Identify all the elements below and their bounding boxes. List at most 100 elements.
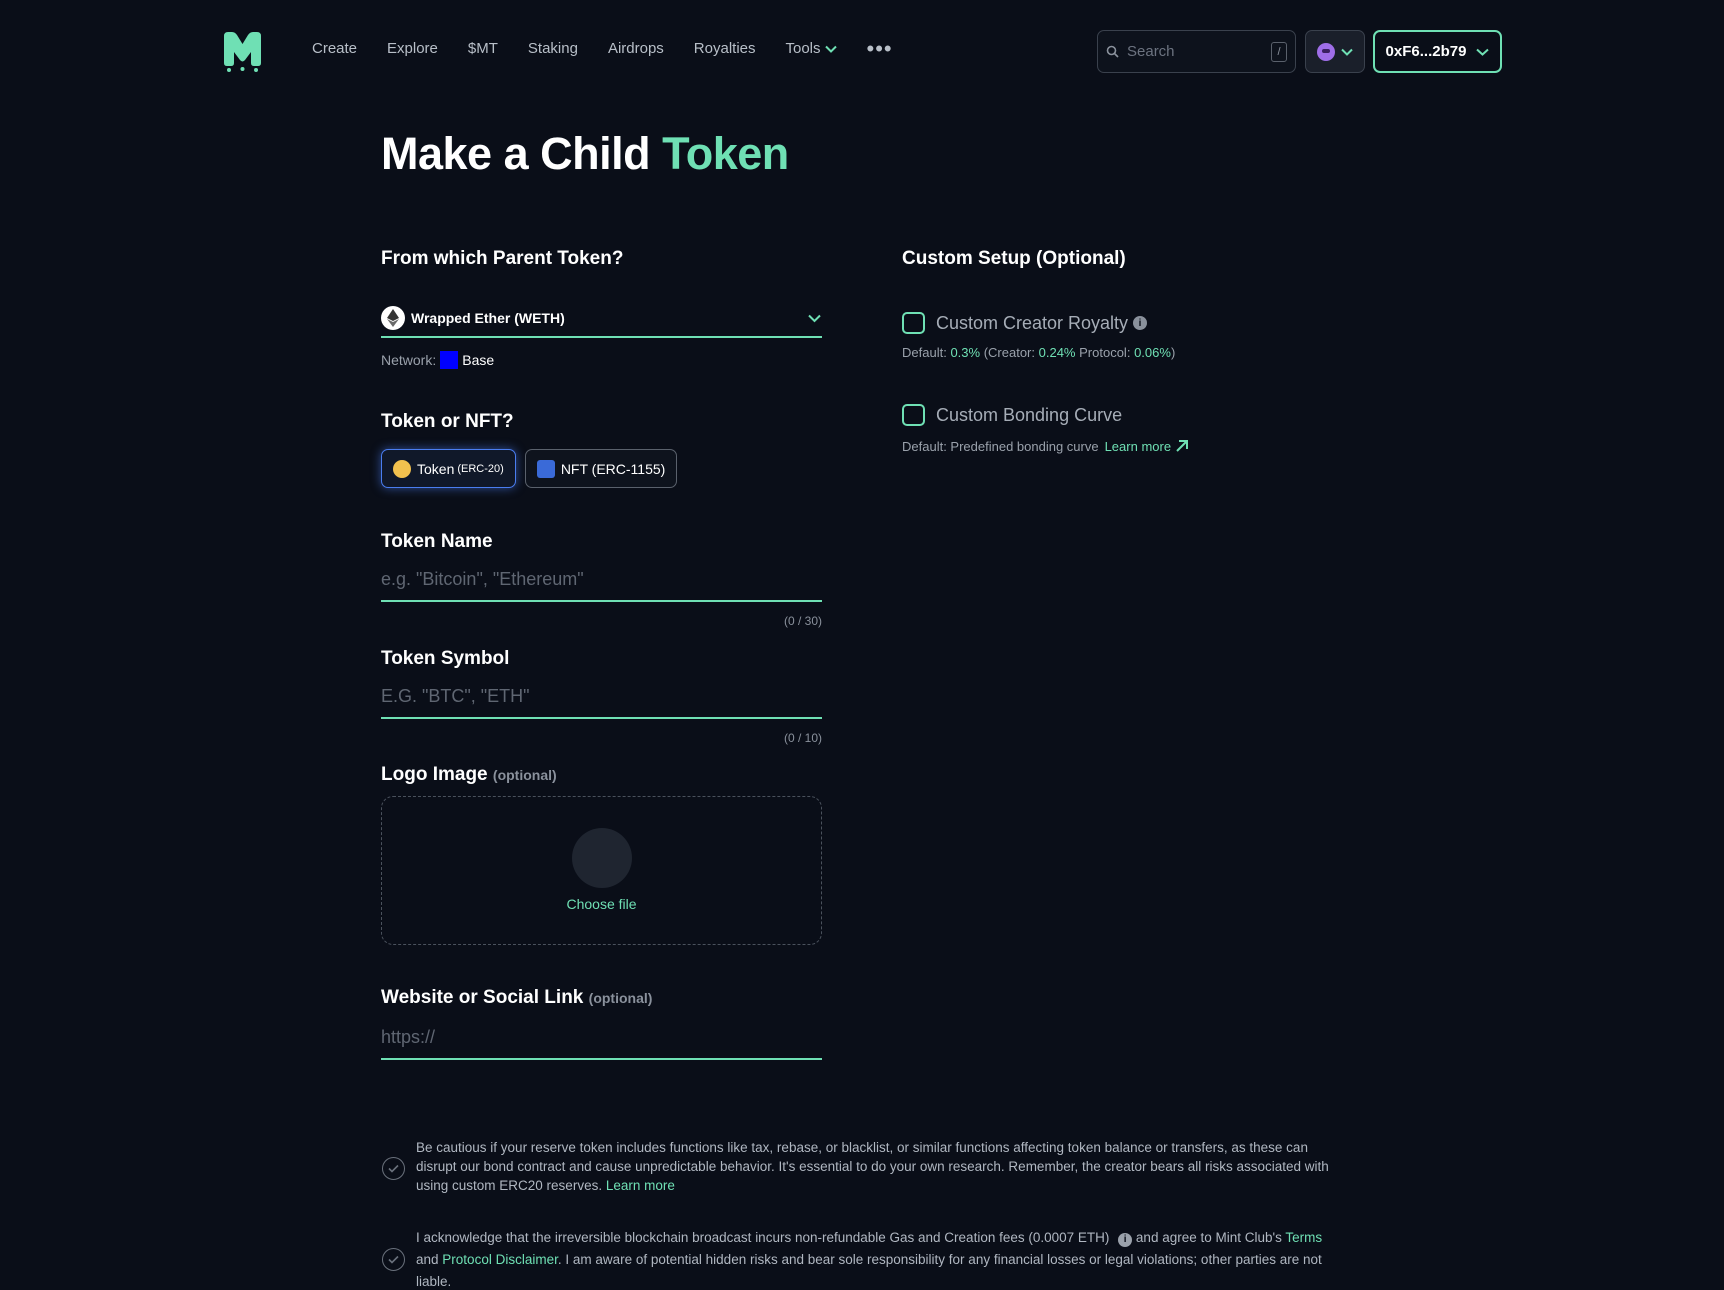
royalty-default-prefix: Default: — [902, 345, 947, 360]
website-optional: (optional) — [588, 990, 653, 1006]
main-nav: Create Explore $MT Staking Airdrops Roya… — [312, 37, 893, 59]
nft-option-label: NFT (ERC-1155) — [560, 460, 666, 477]
token-symbol-field — [381, 675, 822, 719]
logo-preview-placeholder — [572, 828, 632, 888]
custom-curve-checkbox[interactable] — [902, 404, 925, 426]
avatar — [1317, 42, 1335, 61]
profile-menu-button[interactable] — [1305, 30, 1365, 73]
custom-setup-heading: Custom Setup (Optional) — [902, 248, 1126, 269]
parent-token-selected: Wrapped Ether (WETH) — [411, 310, 565, 326]
chevron-down-icon — [1341, 48, 1353, 56]
nft-erc1155-button[interactable]: NFT (ERC-1155) — [524, 449, 678, 488]
custom-curve-option[interactable]: Custom Bonding Curve — [902, 404, 1122, 426]
token-or-nft-heading: Token or NFT? — [381, 411, 514, 432]
network-label: Network: — [381, 352, 437, 368]
curve-learn-more-link[interactable]: Learn more — [1105, 438, 1190, 454]
acknowledge-checkbox[interactable] — [382, 1248, 405, 1271]
ack-part-2: and agree to Mint Club's — [1135, 1230, 1282, 1245]
nav-tools-label: Tools — [785, 40, 821, 57]
token-symbol-counter: (0 / 10) — [783, 731, 822, 745]
network-info: Network: Base — [381, 351, 494, 369]
info-icon[interactable]: i — [1133, 316, 1148, 330]
website-field — [381, 1016, 822, 1060]
ack-part-1: I acknowledge that the irreversible bloc… — [416, 1230, 1110, 1245]
nav-royalties[interactable]: Royalties — [694, 40, 756, 57]
caution-text: Be cautious if your reserve token includ… — [416, 1138, 1336, 1195]
caution-learn-more-link[interactable]: Learn more — [606, 1178, 675, 1193]
caution-body: Be cautious if your reserve token includ… — [416, 1140, 1329, 1193]
search-shortcut-key: / — [1271, 41, 1287, 62]
website-label: Website or Social Link — [381, 987, 584, 1008]
acknowledge-text: I acknowledge that the irreversible bloc… — [416, 1227, 1336, 1290]
token-name-counter: (0 / 30) — [783, 614, 822, 628]
fee-acknowledgement: I acknowledge that the irreversible bloc… — [382, 1227, 1342, 1290]
custom-curve-label: Custom Bonding Curve — [936, 404, 1123, 425]
reserve-caution-disclaimer: Be cautious if your reserve token includ… — [382, 1138, 1342, 1198]
terms-link[interactable]: Terms — [1285, 1230, 1322, 1245]
nav-staking[interactable]: Staking — [528, 40, 578, 57]
ethereum-icon — [381, 306, 405, 330]
page-title: Make a Child Token — [381, 128, 789, 180]
ack-and: and — [416, 1252, 439, 1267]
search-input[interactable] — [1127, 43, 1271, 60]
nav-mt[interactable]: $MT — [468, 40, 498, 57]
token-name-field — [381, 558, 822, 602]
custom-royalty-option[interactable]: Custom Creator Royalty i — [902, 312, 1148, 334]
parent-token-heading: From which Parent Token? — [381, 248, 624, 269]
logo-upload-dropzone[interactable]: Choose file — [381, 796, 822, 945]
token-name-heading: Token Name — [381, 531, 493, 552]
search-icon — [1106, 45, 1119, 58]
search-box[interactable]: / — [1097, 30, 1296, 73]
choose-file-link[interactable]: Choose file — [382, 896, 821, 912]
more-menu-button[interactable]: ••• — [867, 37, 893, 59]
page-title-main: Make a Child — [381, 128, 651, 179]
info-icon[interactable]: i — [1118, 1233, 1133, 1247]
website-heading: Website or Social Link (optional) — [381, 987, 652, 1009]
token-type-toggle: Token (ERC-20) NFT (ERC-1155) — [381, 449, 678, 488]
logo-image-optional: (optional) — [492, 767, 557, 783]
base-network-icon — [440, 351, 459, 369]
arrow-up-right-icon — [1176, 440, 1189, 452]
protocol-disclaimer-link[interactable]: Protocol Disclaimer — [442, 1252, 558, 1267]
network-name: Base — [462, 352, 495, 368]
chevron-down-icon — [1476, 48, 1490, 56]
coin-icon — [393, 459, 411, 478]
wallet-button[interactable]: 0xF6...2b79 — [1373, 30, 1502, 73]
custom-royalty-label: Custom Creator Royalty — [936, 312, 1129, 333]
token-symbol-input[interactable] — [381, 675, 822, 717]
royalty-protocol-value: 0.06% — [1134, 345, 1171, 360]
logo-image-heading: Logo Image (optional) — [381, 764, 557, 786]
check-icon — [388, 1164, 399, 1173]
nft-icon — [536, 459, 555, 478]
token-name-input[interactable] — [381, 558, 822, 600]
logo-image-label: Logo Image — [381, 764, 488, 785]
parent-token-select[interactable]: Wrapped Ether (WETH) — [381, 300, 822, 338]
custom-royalty-checkbox[interactable] — [902, 312, 925, 334]
mint-club-logo[interactable] — [222, 32, 263, 72]
chevron-down-icon — [808, 314, 821, 322]
nav-tools[interactable]: Tools — [786, 40, 837, 57]
royalty-protocol-prefix: Protocol: — [1079, 345, 1131, 360]
wallet-address: 0xF6...2b79 — [1385, 43, 1467, 60]
royalty-close-paren: ) — [1170, 345, 1176, 360]
token-symbol-heading: Token Symbol — [381, 648, 510, 669]
page-title-accent: Token — [662, 128, 789, 179]
top-navbar: Create Explore $MT Staking Airdrops Roya… — [0, 0, 1724, 104]
curve-default-label: Default: Predefined bonding curve — [902, 438, 1099, 454]
royalty-creator-prefix: (Creator: — [983, 345, 1035, 360]
website-input[interactable] — [381, 1016, 822, 1058]
nav-airdrops[interactable]: Airdrops — [608, 40, 664, 57]
check-icon — [388, 1255, 399, 1264]
token-option-label: Token — [417, 460, 455, 477]
royalty-default-text: Default: 0.3% (Creator: 0.24% Protocol: … — [902, 345, 1175, 360]
curve-default-text: Default: Predefined bonding curve Learn … — [902, 438, 1190, 454]
nav-explore[interactable]: Explore — [387, 40, 438, 57]
nav-create[interactable]: Create — [312, 40, 357, 57]
caution-checkbox[interactable] — [382, 1157, 405, 1180]
token-erc20-button[interactable]: Token (ERC-20) — [381, 449, 516, 488]
royalty-creator-value: 0.24% — [1038, 345, 1076, 360]
curve-learn-more-label: Learn more — [1104, 438, 1172, 454]
chevron-down-icon — [824, 45, 837, 53]
token-option-standard: (ERC-20) — [457, 462, 504, 475]
royalty-total-value: 0.3% — [950, 345, 981, 360]
